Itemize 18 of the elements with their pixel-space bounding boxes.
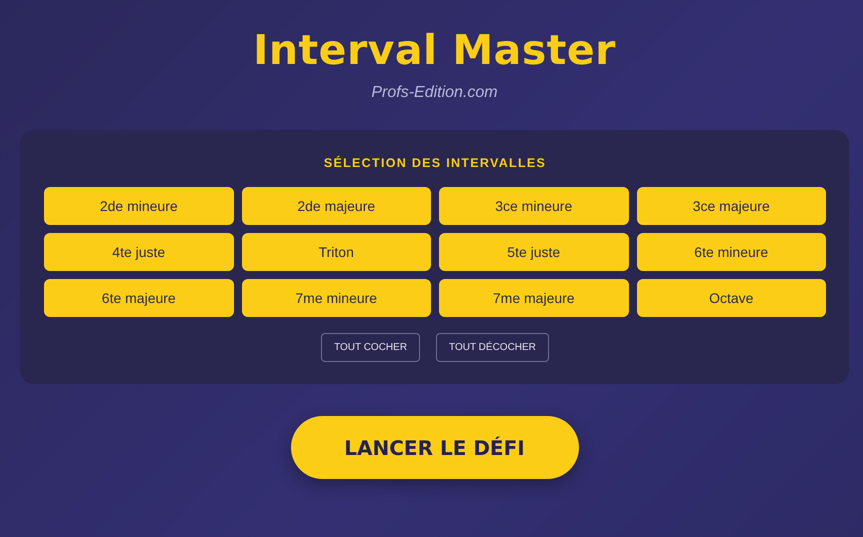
interval-toggle[interactable]: 2de majeure — [242, 187, 431, 225]
interval-toggle[interactable]: 3ce mineure — [439, 187, 628, 225]
app-subtitle: Profs-Edition.com — [371, 84, 498, 102]
interval-toggle[interactable]: 6te majeure — [44, 279, 234, 317]
check-all-button[interactable]: TOUT COCHER — [321, 333, 420, 362]
interval-toggle[interactable]: 7me mineure — [242, 279, 431, 317]
interval-toggle[interactable]: 2de mineure — [44, 187, 234, 225]
interval-toggle[interactable]: Octave — [636, 279, 826, 317]
interval-toggle[interactable]: 6te mineure — [636, 233, 826, 271]
uncheck-all-button[interactable]: TOUT DÉCOCHER — [436, 333, 549, 362]
interval-toggle[interactable]: Triton — [242, 233, 431, 271]
interval-toggle[interactable]: 5te juste — [439, 233, 628, 271]
app-title: Interval Master — [253, 25, 616, 76]
interval-toggle[interactable]: 4te juste — [44, 233, 234, 271]
interval-toggle[interactable]: 3ce majeure — [636, 187, 826, 225]
start-button[interactable]: LANCER LE DÉFI — [290, 416, 578, 479]
interval-toggle[interactable]: 7me majeure — [439, 279, 628, 317]
panel-heading: SÉLECTION DES INTERVALLES — [324, 156, 546, 170]
